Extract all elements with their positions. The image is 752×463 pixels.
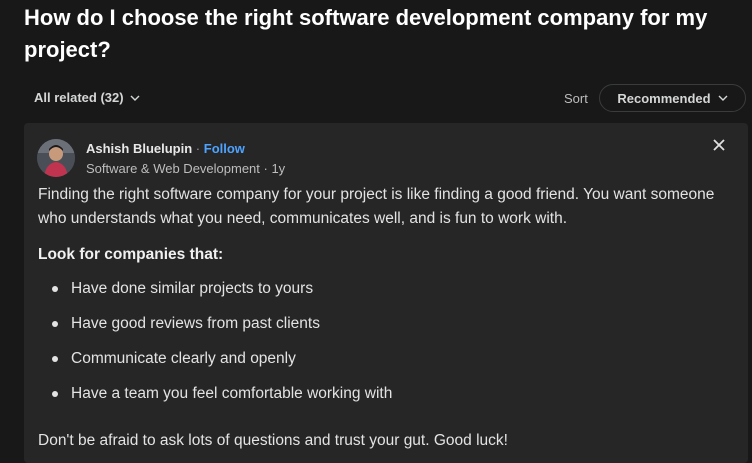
author-credential[interactable]: Software & Web Development · 1y xyxy=(86,161,285,176)
sort-dropdown[interactable]: Recommended xyxy=(599,84,746,112)
chevron-down-icon xyxy=(130,95,140,101)
filter-bar: All related (32) Sort Recommended xyxy=(24,84,748,114)
avatar-image xyxy=(37,139,75,177)
list-item: Have good reviews from past clients xyxy=(38,312,738,347)
list-item: Communicate clearly and openly xyxy=(38,347,738,382)
answer-closing: Don't be afraid to ask lots of questions… xyxy=(38,432,508,449)
chevron-down-icon xyxy=(718,95,728,101)
sort-label: Sort xyxy=(564,91,588,106)
answer-intro: Finding the right software company for y… xyxy=(38,186,715,227)
bullet-list: Have done similar projects to yours Have… xyxy=(38,277,738,417)
all-related-label: All related (32) xyxy=(34,90,124,105)
author-line: Ashish Bluelupin · Follow xyxy=(86,141,245,156)
all-related-dropdown[interactable]: All related (32) xyxy=(34,90,140,105)
answer-heading: Look for companies that: xyxy=(38,246,224,263)
answer-body: Finding the right software company for y… xyxy=(38,183,738,453)
answer-card: Ashish Bluelupin · Follow Software & Web… xyxy=(24,123,748,463)
question-title[interactable]: How do I choose the right software devel… xyxy=(24,2,748,66)
follow-button[interactable]: Follow xyxy=(204,141,245,156)
list-item: Have a team you feel comfortable working… xyxy=(38,382,738,417)
avatar[interactable] xyxy=(37,139,75,177)
sort-selected-value: Recommended xyxy=(617,90,711,106)
author-separator: · xyxy=(195,141,201,156)
author-name[interactable]: Ashish Bluelupin xyxy=(86,141,192,156)
list-item: Have done similar projects to yours xyxy=(38,277,738,312)
close-icon[interactable] xyxy=(711,137,727,153)
